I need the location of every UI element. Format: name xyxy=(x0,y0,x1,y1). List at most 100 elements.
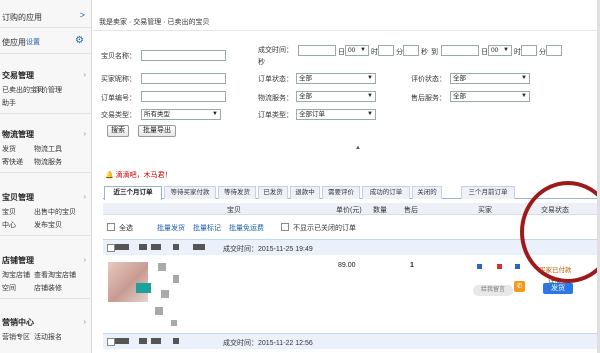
batch-mark-link[interactable]: 批量标记 xyxy=(193,223,221,233)
order-checkbox[interactable] xyxy=(107,244,115,252)
order-deal-time: 成交时间：2015-11-22 12:56 xyxy=(223,340,313,347)
sidebar-group-title[interactable]: 营销中心 xyxy=(2,317,34,328)
order-no-label: 订单编号： xyxy=(101,95,136,102)
second-label: 秒 xyxy=(258,59,265,66)
sidebar-item[interactable]: 物流工具 xyxy=(34,144,62,154)
review-status-select[interactable]: 全部 ▼ xyxy=(450,73,530,84)
collapse-filters-toggle[interactable]: ▲ xyxy=(355,145,361,151)
buyer-nick-input[interactable] xyxy=(141,73,226,84)
search-button[interactable]: 搜索 xyxy=(107,125,129,137)
hour-label: 时 xyxy=(514,49,521,56)
sidebar-item[interactable]: 助手 xyxy=(2,98,16,108)
order-tabs: 近三个月订单 等待买家付款 等待发货 已发货 退款中 需要评价 成功的订单 关闭… xyxy=(103,186,600,200)
chevron-right-icon[interactable]: › xyxy=(83,129,86,138)
sidebar-item[interactable]: 查看淘宝店铺 xyxy=(34,270,76,280)
sidebar-item[interactable]: 中心 xyxy=(2,220,16,230)
sidebar-item[interactable]: 发货 xyxy=(2,144,16,154)
item-name-input[interactable] xyxy=(141,50,226,61)
breadcrumb: 我是卖家 · 交易管理 · 已卖出的宝贝 xyxy=(99,19,210,26)
tab-older-orders[interactable]: 三个月前订单 xyxy=(461,186,515,199)
sidebar-subscribed-apps[interactable]: 订购的应用 > xyxy=(0,0,91,28)
sidebar-settings-link[interactable]: 设置 xyxy=(26,37,40,47)
sidebar-item[interactable]: 店铺装修 xyxy=(34,283,62,293)
logistics-select[interactable]: 全部 ▼ xyxy=(296,91,376,102)
order-price: 89.00 xyxy=(338,262,356,269)
chevron-right-icon[interactable]: > xyxy=(80,10,85,20)
day-label: 日 xyxy=(481,49,488,56)
sidebar-group-title[interactable]: 物流管理 xyxy=(2,129,34,140)
tab-waiting-payment[interactable]: 等待买家付款 xyxy=(164,186,216,199)
chevron-right-icon[interactable]: › xyxy=(83,255,86,264)
tab-refunding[interactable]: 退款中 xyxy=(290,186,320,199)
gear-icon[interactable]: ⚙ xyxy=(75,35,84,46)
order-no-input[interactable] xyxy=(141,91,226,102)
order-status-select[interactable]: 全部 ▼ xyxy=(296,73,376,84)
tab-need-review[interactable]: 需要评价 xyxy=(322,186,360,199)
tab-shipped[interactable]: 已发货 xyxy=(258,186,288,199)
sidebar-item[interactable]: 物流服务 xyxy=(34,157,62,167)
order-type-select[interactable]: 全部订单 ▼ xyxy=(296,109,376,120)
sidebar-item[interactable]: 寄快递 xyxy=(2,157,23,167)
logistics-label: 物流服务： xyxy=(258,95,293,102)
sidebar: 订购的应用 > 使应用 设置 ⚙ 交易管理 › 已卖出的宝贝 评价管理 助手 物流管… xyxy=(0,0,92,353)
phone-icon[interactable]: ✆ xyxy=(514,281,525,292)
deal-time-start-date[interactable] xyxy=(298,45,336,56)
sidebar-item[interactable]: 淘宝店铺 xyxy=(2,270,30,280)
sidebar-item[interactable]: 出售中的宝贝 xyxy=(34,207,76,217)
start-hour-select[interactable]: 00 ▼ xyxy=(345,45,369,56)
trade-type-select[interactable]: 所有类型 ▼ xyxy=(141,109,221,120)
after-sale-select[interactable]: 全部 ▼ xyxy=(450,91,530,102)
day-label: 日 xyxy=(338,49,345,56)
sidebar-item[interactable]: 空间 xyxy=(2,283,16,293)
sidebar-group-title[interactable]: 宝贝管理 xyxy=(2,192,34,203)
review-status-label: 评价状态： xyxy=(411,76,446,83)
deal-time-end-date[interactable] xyxy=(441,45,479,56)
end-minute-input[interactable] xyxy=(521,45,537,56)
select-all-checkbox[interactable] xyxy=(107,223,115,231)
order-deal-time: 成交时间：2015-11-25 19:49 xyxy=(223,246,313,253)
wangwang-message-button[interactable]: 给我留言 xyxy=(473,285,513,296)
hide-closed-checkbox[interactable] xyxy=(281,223,289,231)
sidebar-group-logistics: 物流管理 › 发货 物流工具 寄快递 物流服务 xyxy=(0,129,92,173)
end-hour-select[interactable]: 00 ▼ xyxy=(488,45,512,56)
hide-closed-label[interactable]: 不显示已关闭的订单 xyxy=(293,223,356,233)
select-all-label[interactable]: 全选 xyxy=(119,223,133,233)
sidebar-subscribed-apps-label: 订购的应用 xyxy=(2,13,42,22)
start-minute-input[interactable] xyxy=(378,45,394,56)
sidebar-group-title[interactable]: 店铺管理 xyxy=(2,255,34,266)
start-second-input[interactable] xyxy=(403,45,419,56)
sidebar-item[interactable]: 评价管理 xyxy=(34,85,62,95)
item-thumbnail[interactable] xyxy=(108,262,148,302)
order-checkbox[interactable] xyxy=(107,338,115,346)
notice-hint: 🔔 滴滴吧，木马君！ xyxy=(105,172,172,179)
sidebar-item[interactable]: 宝贝 xyxy=(2,207,16,217)
deal-time-label: 成交时间： xyxy=(258,47,293,54)
chevron-right-icon[interactable]: › xyxy=(83,317,86,326)
sidebar-item[interactable]: 活动报名 xyxy=(34,332,62,342)
tab-successful[interactable]: 成功的订单 xyxy=(362,186,410,199)
sidebar-used-apps: 使应用 设置 ⚙ xyxy=(0,28,91,54)
main-content: 我是卖家 · 交易管理 · 已卖出的宝贝 宝贝名称： 成交时间： 日 00 ▼ 时… xyxy=(93,0,600,353)
tab-waiting-ship[interactable]: 等待发货 xyxy=(218,186,256,199)
sidebar-item[interactable]: 发布宝贝 xyxy=(34,220,62,230)
hour-label: 时 xyxy=(371,49,378,56)
ship-button[interactable]: 发货 xyxy=(543,283,573,294)
end-second-input[interactable] xyxy=(546,45,562,56)
batch-ship-link[interactable]: 批量发货 xyxy=(157,223,185,233)
trade-type-label: 交易类型： xyxy=(101,112,136,119)
sidebar-group-title[interactable]: 交易管理 xyxy=(2,70,34,81)
batch-free-shipping-link[interactable]: 批量免运费 xyxy=(229,223,264,233)
minute-label: 分 xyxy=(396,49,403,56)
export-button[interactable]: 批量导出 xyxy=(138,125,176,137)
col-item: 宝贝 xyxy=(227,207,241,214)
sidebar-group-trade: 交易管理 › 已卖出的宝贝 评价管理 助手 xyxy=(0,70,92,114)
chevron-right-icon[interactable]: › xyxy=(83,192,86,201)
tab-recent-three-months[interactable]: 近三个月订单 xyxy=(104,186,162,200)
col-after-sale: 售后 xyxy=(404,207,418,214)
item-badge xyxy=(136,283,151,293)
chevron-right-icon[interactable]: › xyxy=(83,70,86,79)
sidebar-used-apps-label: 使应用 xyxy=(2,38,26,47)
tab-closed[interactable]: 关闭的 xyxy=(412,186,442,199)
col-price: 单价(元) xyxy=(336,207,362,214)
sidebar-item[interactable]: 营销专区 xyxy=(2,332,30,342)
